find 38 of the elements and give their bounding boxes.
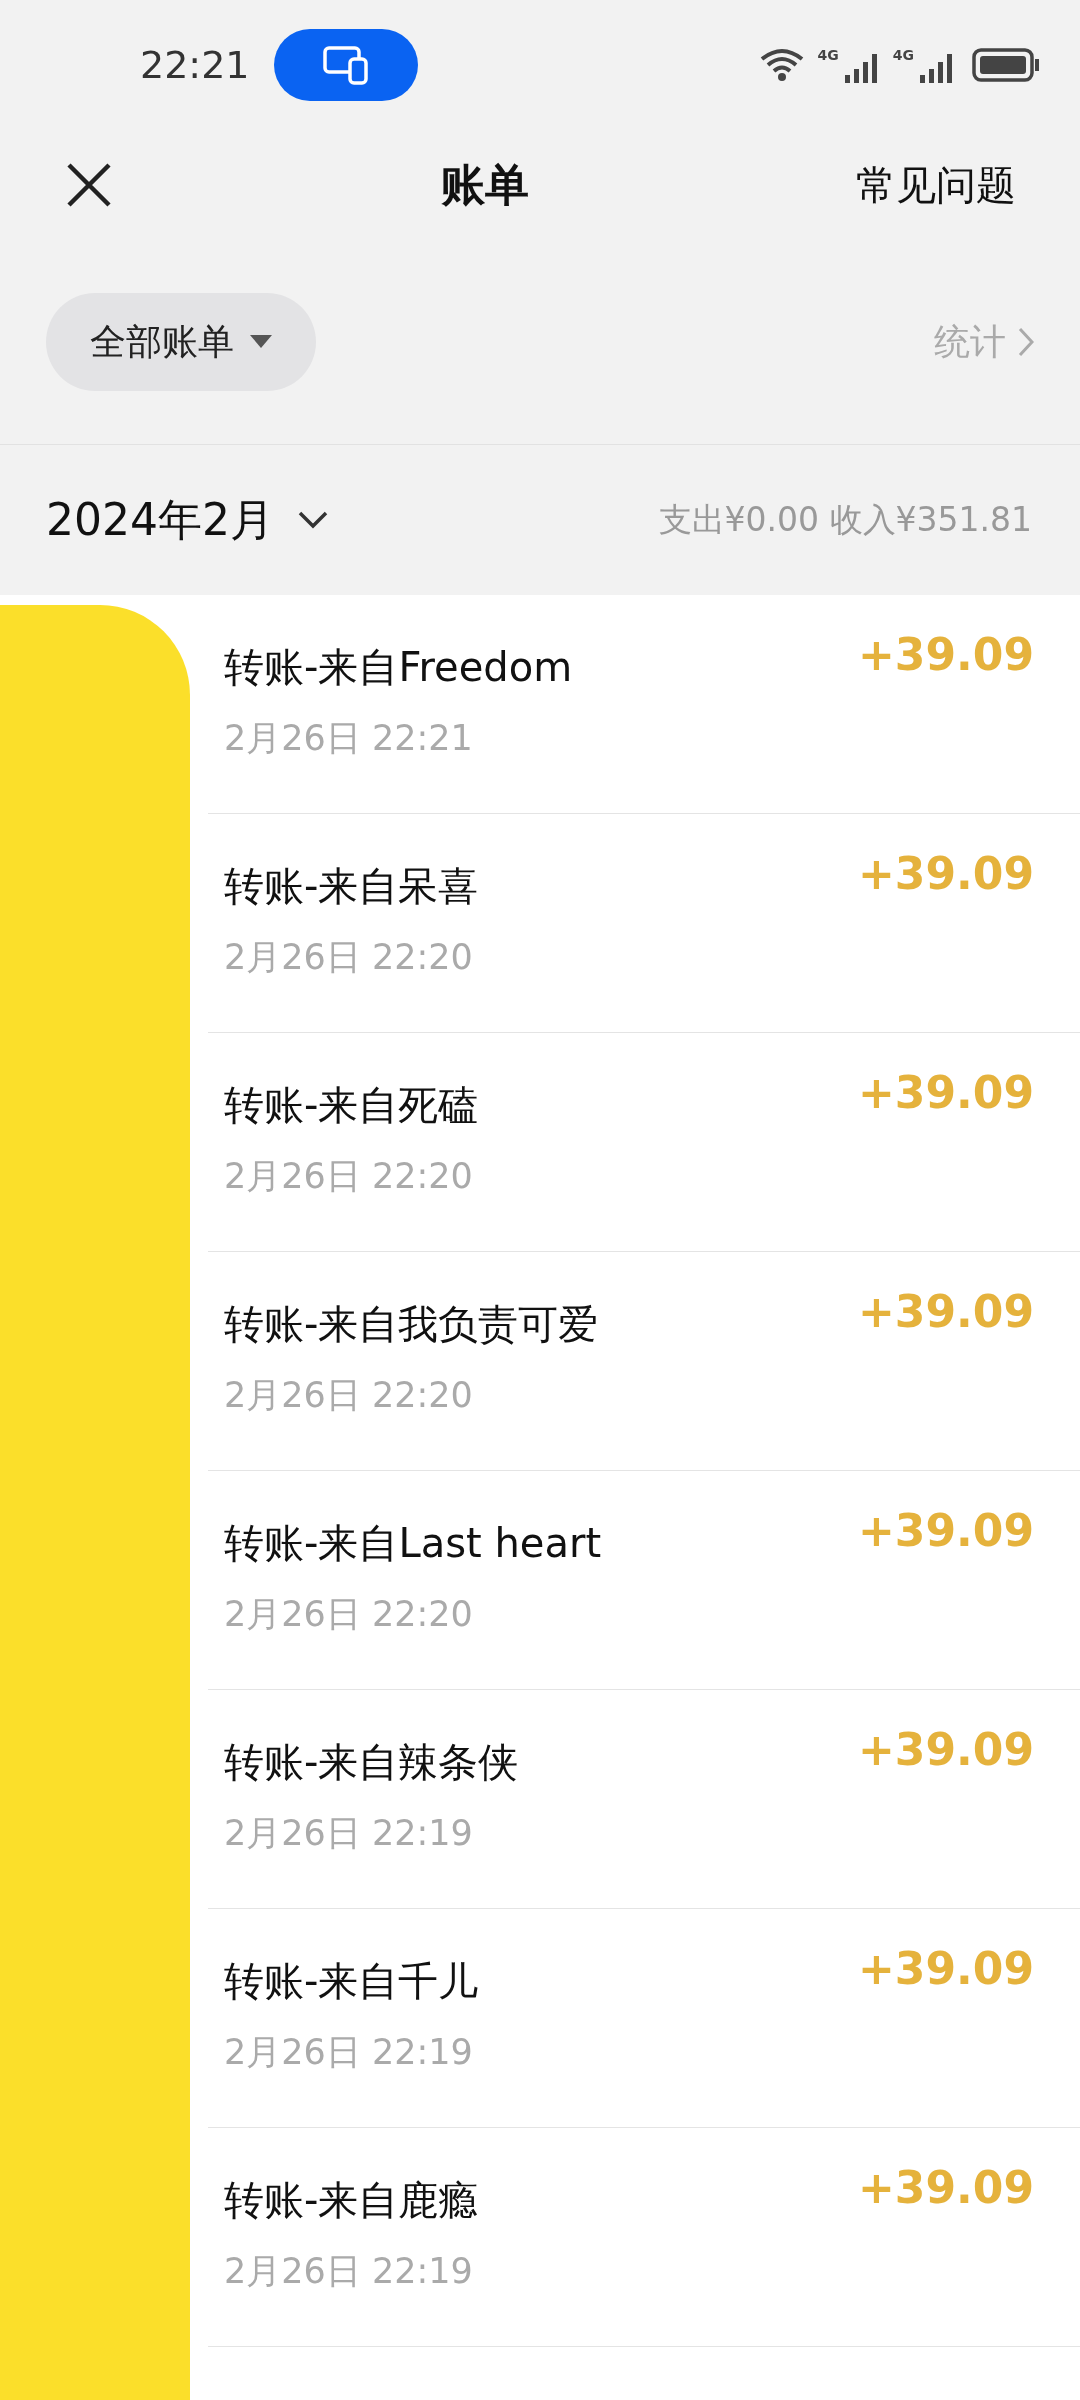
- transaction-title: 转账-来自呆喜: [224, 862, 480, 911]
- transaction-title: 转账-来自死磕: [224, 1081, 480, 1130]
- transaction-amount: +39.09: [857, 629, 1034, 682]
- page-title: 账单: [441, 158, 529, 212]
- network-type: 4G: [817, 46, 839, 65]
- transaction-amount: +39.09: [857, 1067, 1034, 1120]
- chevron-right-icon: [1018, 327, 1034, 357]
- transaction-time: 2月26日 22:20: [224, 936, 474, 979]
- transaction-time: 2月26日 22:20: [224, 1155, 474, 1198]
- transaction-amount: +39.09: [857, 1505, 1034, 1558]
- transaction-title: 转账-来自千儿: [224, 1957, 480, 2006]
- devices-icon: [321, 45, 370, 85]
- transaction-time: 2月26日 22:19: [224, 1812, 474, 1855]
- transaction-amount: +39.09: [857, 1286, 1034, 1339]
- bill-filter-dropdown[interactable]: 全部账单: [46, 293, 316, 391]
- transaction-title: 转账-来自我负责可爱: [224, 1300, 600, 1349]
- transaction-time: 2月26日 22:20: [224, 1374, 474, 1417]
- transaction-time: 2月26日 22:20: [224, 1593, 474, 1636]
- transaction-time: 2月26日 22:19: [224, 2031, 474, 2074]
- status-time: 22:21: [140, 41, 250, 89]
- month-picker[interactable]: 2024年2月: [46, 487, 328, 553]
- month-summary: 支出¥0.00 收入¥351.81: [658, 499, 1032, 542]
- network-type: 4G: [892, 46, 914, 65]
- battery-icon: [972, 48, 1040, 82]
- chevron-down-icon: [298, 511, 328, 529]
- transaction-title: 转账-来自Last heart: [224, 1519, 603, 1568]
- transaction-title: 转账-来自Freedom: [224, 643, 574, 692]
- transaction-time: 2月26日 22:19: [224, 2250, 474, 2293]
- faq-link[interactable]: 常见问题: [856, 155, 1016, 215]
- close-icon: [65, 161, 113, 209]
- transaction-amount: +39.09: [857, 1943, 1034, 1996]
- transaction-amount: +39.09: [857, 2162, 1034, 2215]
- transaction-time: 2月26日 22:21: [224, 717, 474, 760]
- transaction-amount: +39.09: [857, 1724, 1034, 1777]
- transaction-amount: +39.09: [857, 848, 1034, 901]
- transaction-title: 转账-来自鹿瘾: [224, 2176, 480, 2225]
- transaction-title: 转账-来自辣条侠: [224, 1738, 520, 1787]
- caret-icon: [250, 335, 272, 349]
